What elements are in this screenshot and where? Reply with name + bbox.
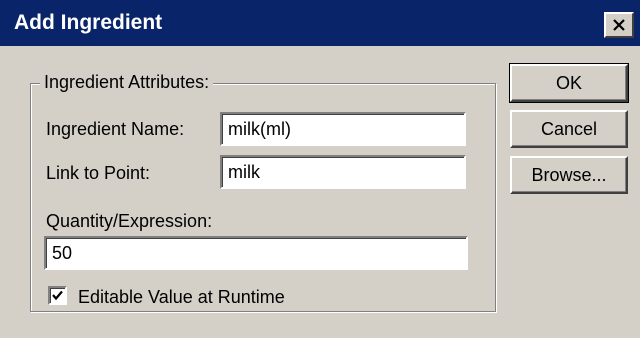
editable-at-runtime-checkbox[interactable] (48, 286, 67, 305)
close-button[interactable] (604, 12, 634, 38)
link-to-point-label: Link to Point: (46, 163, 151, 183)
quantity-expression-input[interactable] (44, 236, 468, 270)
cancel-button[interactable]: Cancel (510, 110, 628, 148)
add-ingredient-dialog: Add Ingredient Ingredient Attributes: In… (0, 0, 640, 338)
ingredient-name-input[interactable] (220, 112, 466, 146)
window-title: Add Ingredient (14, 11, 163, 34)
browse-button[interactable]: Browse... (510, 156, 628, 194)
close-icon (613, 19, 625, 31)
link-to-point-input[interactable] (220, 155, 466, 189)
ok-button[interactable]: OK (509, 63, 629, 103)
ingredient-name-label: Ingredient Name: (46, 119, 185, 139)
group-legend: Ingredient Attributes: (40, 71, 214, 93)
quantity-expression-label: Quantity/Expression: (46, 211, 213, 231)
editable-at-runtime-label[interactable]: Editable Value at Runtime (78, 286, 285, 308)
checkmark-icon (52, 290, 63, 301)
title-bar[interactable]: Add Ingredient (0, 0, 640, 46)
